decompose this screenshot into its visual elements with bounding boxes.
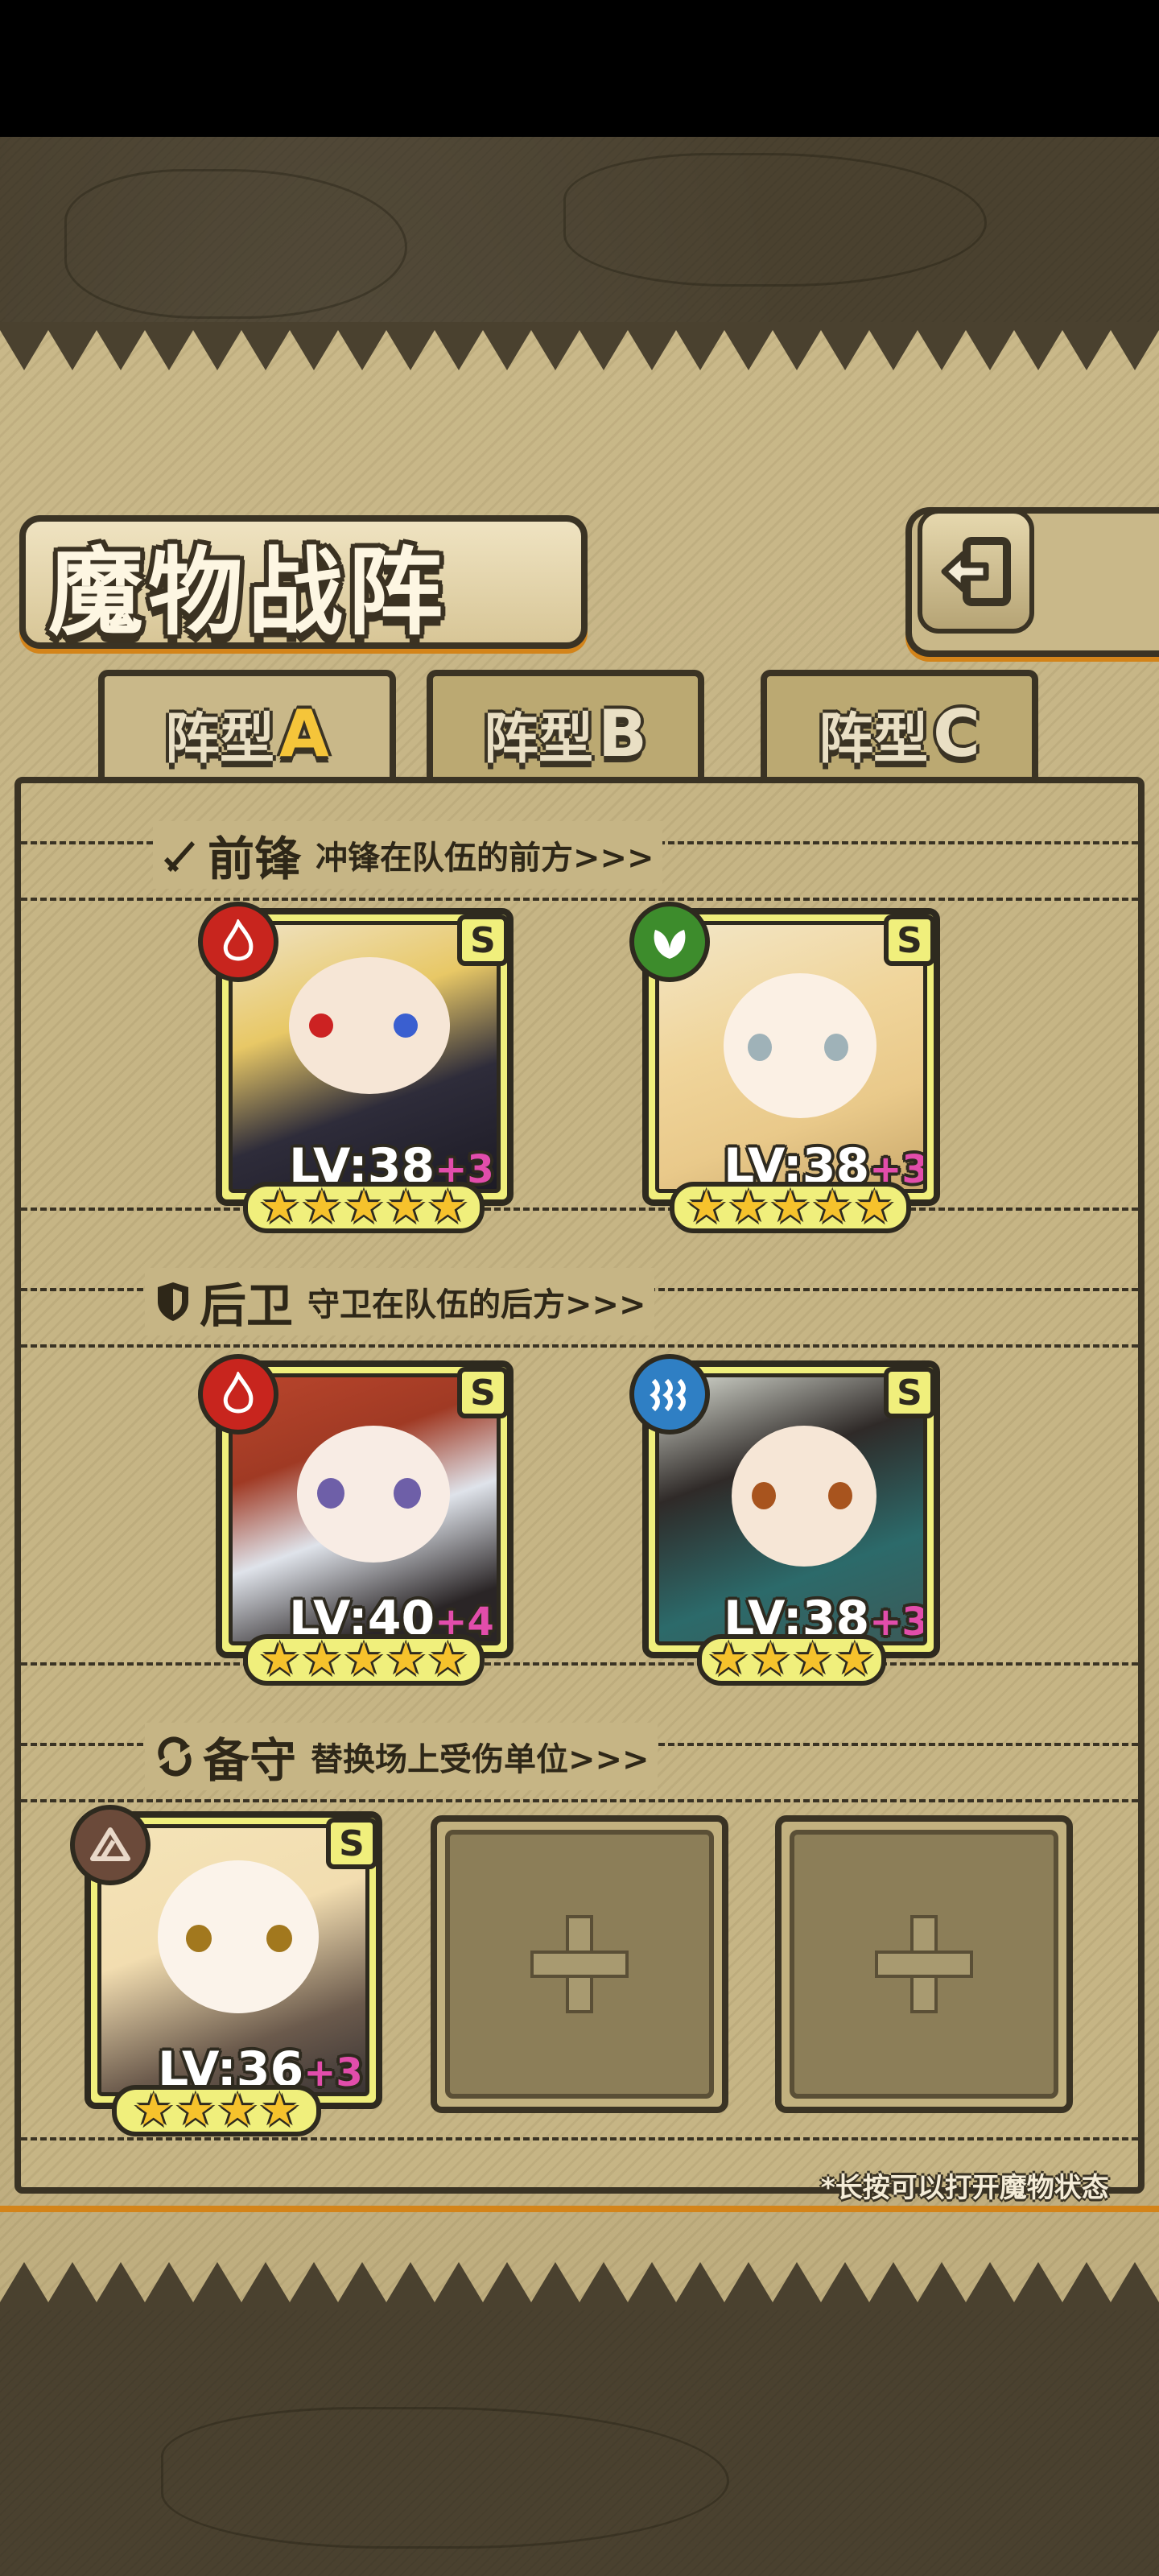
unit-eye [266, 1925, 292, 1952]
empty-slot[interactable] [775, 1815, 1073, 2113]
tab-formation-b[interactable]: 阵型 B [427, 670, 704, 791]
empty-slot-inner [790, 1830, 1058, 2099]
divider [21, 898, 1138, 901]
map-land-outline [563, 153, 987, 287]
unit-card-rear-1[interactable]: LV:40+4 S ★ ★ ★ ★ ★ [198, 1354, 514, 1686]
back-button[interactable] [918, 509, 1034, 634]
star-icon: ★ [708, 1633, 749, 1686]
fire-icon [198, 902, 278, 982]
star-rating: ★ ★ ★ ★ [112, 2085, 321, 2136]
unit-eye [317, 1478, 344, 1509]
empty-slot[interactable] [431, 1815, 728, 2113]
section-header-rear: 后卫 守卫在队伍的后方>>> [145, 1268, 654, 1335]
unit-face [158, 1860, 319, 2013]
star-icon: ★ [728, 1181, 769, 1233]
star-icon: ★ [427, 1633, 468, 1686]
unit-eye [394, 1478, 421, 1509]
back-arrow-icon [941, 536, 1011, 606]
section-title: 备守 [203, 1733, 297, 1788]
star-icon: ★ [427, 1181, 468, 1233]
star-icon: ★ [686, 1181, 727, 1233]
rank-badge: S [884, 914, 935, 966]
unit-eye [394, 1013, 418, 1038]
divider [21, 1799, 1138, 1802]
rank-badge: S [884, 1367, 935, 1418]
divider [21, 1662, 1138, 1666]
tab-formation-c[interactable]: 阵型 C [761, 670, 1038, 791]
unit-eye [824, 1034, 848, 1061]
star-icon: ★ [259, 2084, 300, 2136]
zigzag-bottom-edge [0, 2262, 1159, 2310]
plus-icon [530, 1915, 629, 2013]
tab-label: 阵型 [484, 707, 594, 771]
unit-eye [752, 1482, 776, 1509]
star-icon: ★ [259, 1181, 300, 1233]
empty-slot-inner [445, 1830, 714, 2099]
section-title: 前锋 [208, 832, 302, 886]
unit-eye [828, 1482, 852, 1509]
star-icon: ★ [133, 2084, 174, 2136]
rank-badge: S [326, 1818, 377, 1869]
unit-eye [309, 1013, 333, 1038]
panel-bottom-accent [0, 2206, 1159, 2212]
star-icon: ★ [386, 1181, 427, 1233]
page-title: 魔物战阵 [48, 537, 448, 648]
section-desc: 替换场上受伤单位>>> [311, 1741, 650, 1778]
star-icon: ★ [792, 1633, 833, 1686]
divider [21, 1344, 1138, 1348]
star-icon: ★ [834, 1633, 875, 1686]
rank-badge: S [457, 1367, 509, 1418]
unit-eye [186, 1925, 212, 1952]
tab-letter: A [279, 696, 329, 771]
star-icon: ★ [769, 1181, 811, 1233]
section-desc: 守卫在队伍的后方>>> [307, 1286, 646, 1323]
unit-card-reserve-1[interactable]: LV:36+3 S ★ ★ ★ ★ [70, 1805, 382, 2136]
tab-label: 阵型 [165, 707, 275, 771]
section-title: 后卫 [200, 1278, 294, 1333]
star-icon: ★ [301, 1633, 342, 1686]
star-icon: ★ [343, 1633, 385, 1686]
star-icon: ★ [301, 1181, 342, 1233]
section-header-front: 前锋 冲锋在队伍的前方>>> [153, 821, 662, 889]
star-icon: ★ [217, 2084, 258, 2136]
tab-formation-a[interactable]: 阵型 A [98, 670, 396, 791]
swap-icon [158, 1736, 192, 1777]
star-rating: ★ ★ ★ ★ [697, 1634, 886, 1686]
star-icon: ★ [750, 1633, 791, 1686]
unit-card-front-2[interactable]: LV:38+3 S ★ ★ ★ ★ ★ [629, 902, 940, 1233]
shield-icon [158, 1282, 188, 1321]
rank-badge: S [457, 914, 509, 966]
unit-face [724, 973, 876, 1118]
star-icon: ★ [386, 1633, 427, 1686]
section-desc: 冲锋在队伍的前方>>> [316, 840, 654, 877]
star-icon: ★ [343, 1181, 385, 1233]
tab-letter: B [598, 696, 647, 771]
tab-letter: C [933, 696, 980, 771]
zigzag-top-edge [0, 322, 1159, 370]
star-icon: ★ [175, 2084, 216, 2136]
star-icon: ★ [854, 1181, 895, 1233]
unit-eye [748, 1034, 772, 1061]
divider [21, 1208, 1138, 1211]
unit-card-front-1[interactable]: LV:38+3 S ★ ★ ★ ★ ★ [198, 902, 514, 1233]
star-icon: ★ [812, 1181, 853, 1233]
divider [21, 2137, 1138, 2140]
map-land-outline [64, 169, 407, 319]
star-rating: ★ ★ ★ ★ ★ [243, 1182, 485, 1233]
leaf-icon [629, 902, 710, 982]
unit-card-rear-2[interactable]: LV:38+3 S ★ ★ ★ ★ [629, 1354, 940, 1686]
plus-icon [875, 1915, 973, 2013]
star-rating: ★ ★ ★ ★ ★ [670, 1182, 911, 1233]
water-icon [629, 1354, 710, 1435]
star-icon: ★ [259, 1633, 300, 1686]
section-header-reserve: 备守 替换场上受伤单位>>> [145, 1723, 658, 1790]
hint-text: *长按可以打开魔物状态 [821, 2172, 1109, 2204]
map-land-outline [161, 2407, 729, 2549]
earth-icon [70, 1805, 151, 1885]
star-rating: ★ ★ ★ ★ ★ [243, 1634, 485, 1686]
sword-icon [163, 841, 195, 873]
tab-label: 阵型 [819, 707, 929, 771]
fire-icon [198, 1354, 278, 1435]
